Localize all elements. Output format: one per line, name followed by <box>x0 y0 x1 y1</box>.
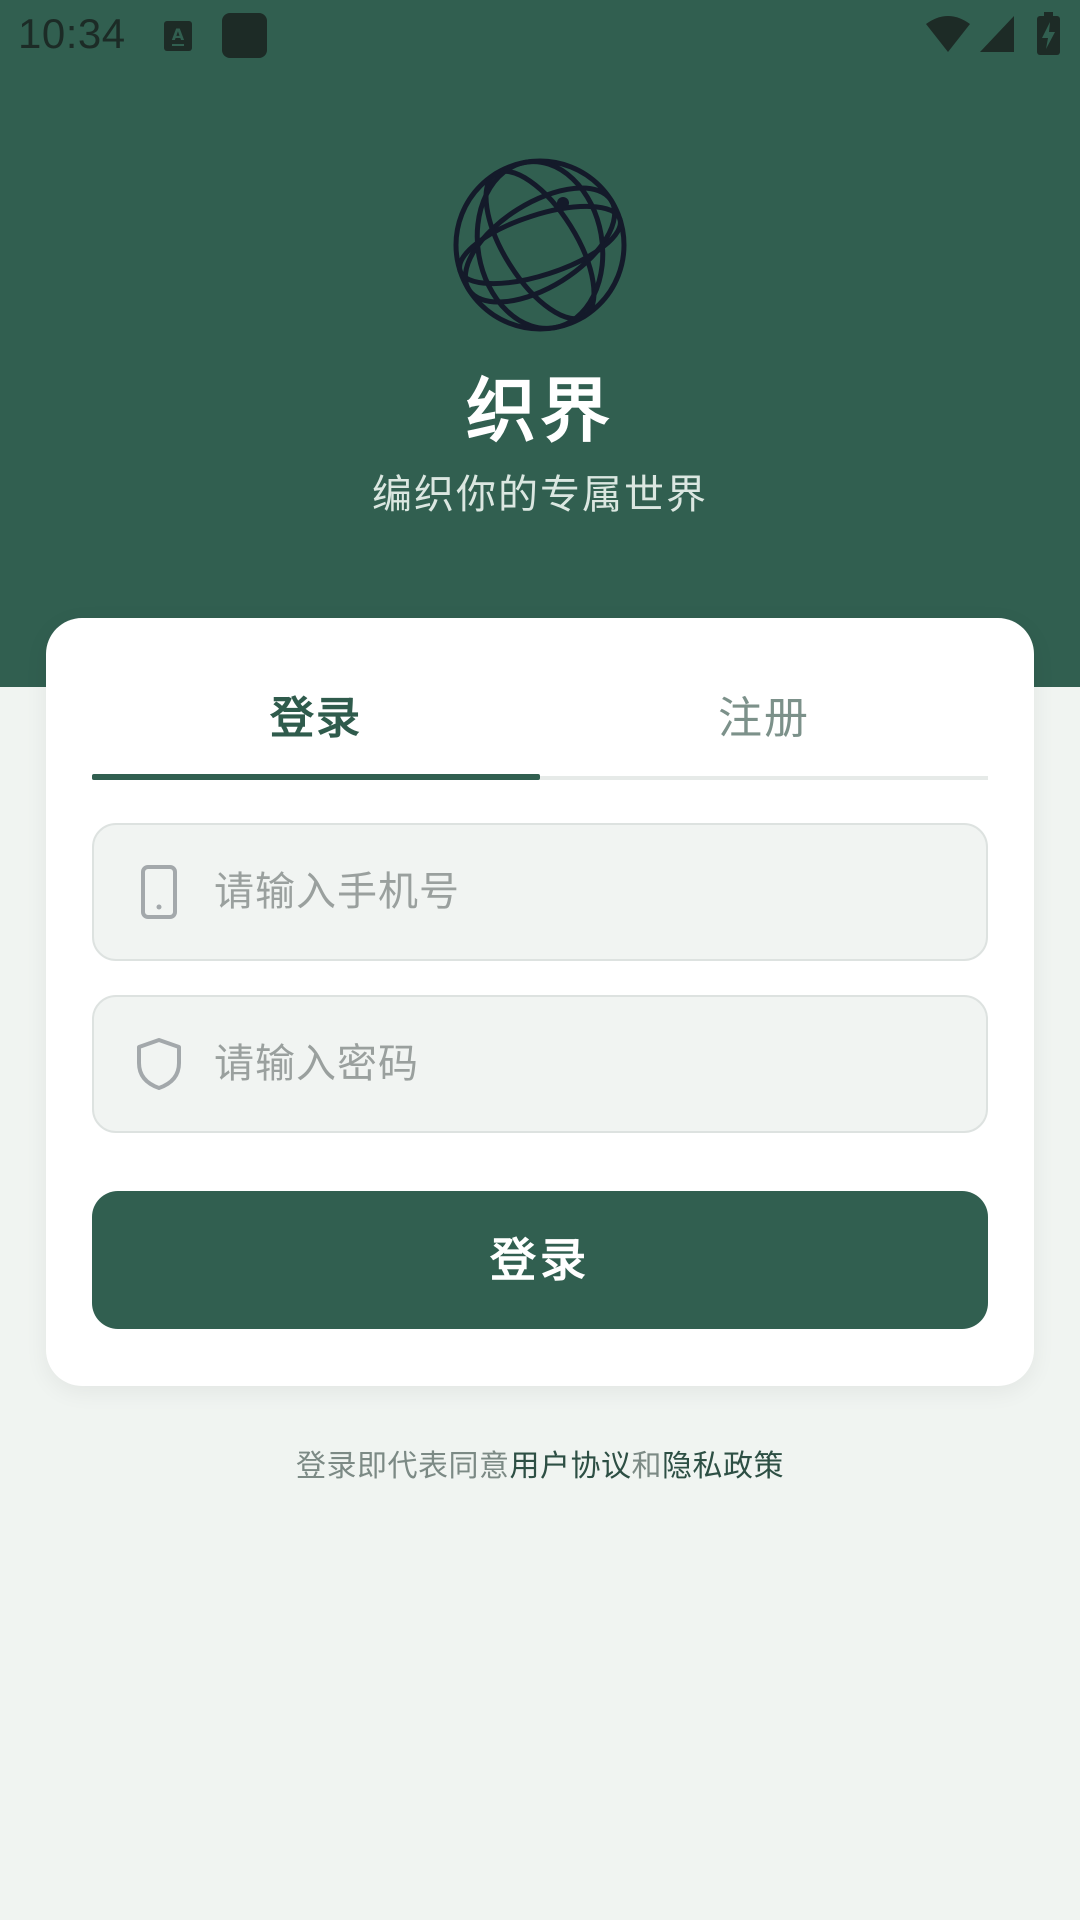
privacy-policy-link[interactable]: 隐私政策 <box>662 1449 784 1484</box>
svg-text:A: A <box>172 25 185 44</box>
phone-icon <box>141 865 177 919</box>
login-screen: 10:34 A 织界 编织你的专属世界 登录 注册 请输入手机号 登录 登录即代… <box>0 0 1080 1920</box>
auth-tabs: 登录 注册 <box>92 666 988 782</box>
keyboard-a-icon: A <box>164 21 192 51</box>
user-agreement-link[interactable]: 用户协议 <box>510 1449 632 1484</box>
password-field[interactable] <box>92 995 988 1133</box>
battery-charging-icon <box>1037 12 1060 55</box>
agreement-prefix: 登录即代表同意 <box>296 1449 510 1484</box>
tab-login[interactable]: 登录 <box>92 666 540 776</box>
app-title: 织界 <box>466 370 614 452</box>
phone-input[interactable] <box>214 825 954 959</box>
globe-logo-icon <box>453 158 627 332</box>
shield-icon <box>137 1038 181 1090</box>
agreement-conjunction: 和 <box>631 1449 662 1484</box>
cellular-signal-icon <box>980 16 1014 52</box>
agreement-text: 登录即代表同意用户协议和隐私政策 <box>0 1441 1080 1485</box>
tab-active-indicator <box>92 774 540 780</box>
notification-app-icon <box>222 13 267 58</box>
tab-register[interactable]: 注册 <box>540 666 988 776</box>
auth-card: 登录 注册 登录 <box>46 618 1034 1386</box>
password-input[interactable] <box>214 997 954 1131</box>
app-subtitle: 编织你的专属世界 <box>372 472 708 518</box>
wifi-icon <box>926 16 970 52</box>
status-time: 10:34 <box>18 10 126 57</box>
phone-field[interactable] <box>92 823 988 961</box>
status-bar: 10:34 A <box>0 0 1080 72</box>
login-button[interactable]: 登录 <box>92 1191 988 1329</box>
header-background <box>0 0 1080 687</box>
